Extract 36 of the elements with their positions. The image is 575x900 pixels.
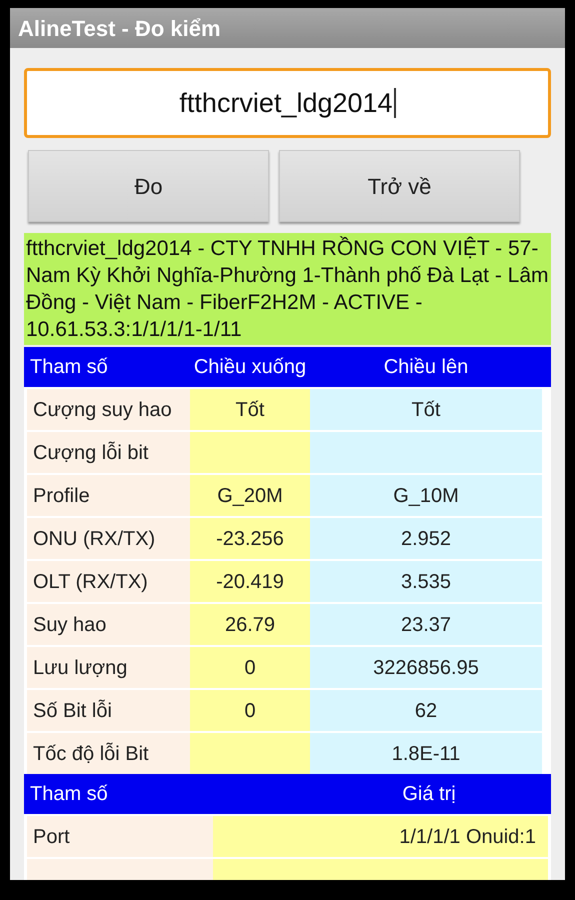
table-cell: 2.952: [310, 518, 542, 559]
table-cell: 26.79: [190, 604, 310, 645]
table-cell: ONU (RX/TX): [27, 518, 190, 559]
table-cell: G_20M: [190, 475, 310, 516]
table-cell: 3226856.95: [310, 647, 542, 688]
table-cell: 0: [190, 647, 310, 688]
table-cell: -20.419: [190, 561, 310, 602]
table-cell: 0: [190, 690, 310, 731]
table-cell: -23.256: [190, 518, 310, 559]
table-cell: Tốt: [310, 389, 542, 430]
window-title: AlineTest - Đo kiểm: [18, 14, 221, 42]
column-header: Tham số: [29, 355, 109, 380]
column-header: Giá trị: [401, 782, 457, 807]
table-cell: Số Bit lỗi: [27, 690, 190, 731]
table-cell: Tốc độ lỗi Bit: [27, 733, 190, 774]
table-cell: Cượng suy hao: [27, 389, 190, 430]
table-cell: 1/1/1/1 Onuid:1: [213, 816, 548, 857]
input-field[interactable]: ftthcrviet_ldg2014: [24, 68, 551, 138]
table-cell: Profile: [27, 475, 190, 516]
column-header: Chiều lên: [382, 355, 470, 380]
info-text: ftthcrviet_ldg2014 - CTY TNHH RỒNG CON VIỆT - 57-Nam Kỳ Khởi Nghĩa-Phường 1-Thành phố Đà Lạt - Lâm Đồng - Việt Nam - FiberF2H2M - ACTIVE - 10.61.53.3:1/1/1/1-1/11: [24, 233, 551, 345]
action-button[interactable]: Đo: [28, 150, 269, 222]
table-cell: 1.8E-11: [310, 733, 542, 774]
table-cell: OLT (RX/TX): [27, 561, 190, 602]
column-header: Chiều xuống: [192, 355, 308, 380]
table-cell: 3.535: [310, 561, 542, 602]
column-header: Tham số: [29, 782, 109, 807]
table-cell: 23.37: [310, 604, 542, 645]
table-cell: 62: [310, 690, 542, 731]
table-cell: Tốt: [190, 389, 310, 430]
table-cell: Port: [27, 816, 213, 857]
table-cell: Suy hao: [27, 604, 190, 645]
table-cell: Lưu lượng: [27, 647, 190, 688]
table-cell: Cượng lỗi bit: [27, 432, 190, 473]
table-cell: G_10M: [310, 475, 542, 516]
action-button[interactable]: Trở về: [279, 150, 520, 222]
